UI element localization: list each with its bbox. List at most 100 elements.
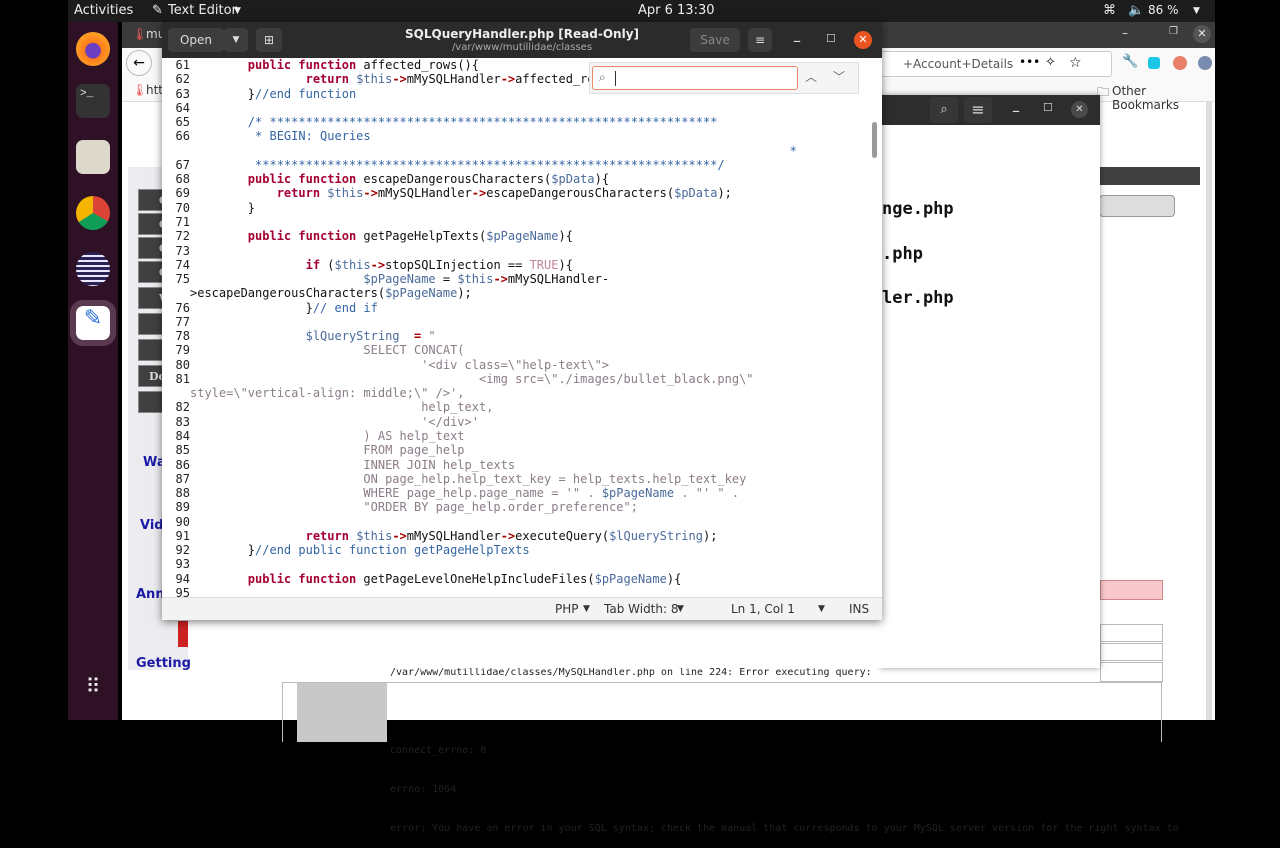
volume-icon[interactable]: 🔈 (1128, 3, 1144, 18)
next-match-icon[interactable]: ﹀ (833, 68, 845, 85)
line-text: }//end public function getPageHelpTexts (190, 543, 530, 558)
page-button[interactable] (1099, 195, 1175, 217)
line-text: * (190, 143, 797, 158)
line-number: 69 (175, 186, 190, 201)
hamburger-menu-icon[interactable]: ≡ (748, 28, 772, 52)
page-scrollbar[interactable] (1206, 102, 1212, 720)
network-icon[interactable]: ⌘ (1103, 3, 1116, 18)
line-number: 67 (175, 157, 190, 172)
error-line: error: You have an error in your SQL syn… (390, 823, 1179, 834)
text-cursor (615, 71, 616, 86)
url-text: +Account+Details (903, 57, 1014, 71)
show-apps-icon[interactable]: ⠿ (76, 674, 110, 708)
second-window-body (190, 620, 880, 668)
search-input[interactable]: ⌕ (592, 66, 798, 90)
noscript-icon[interactable] (1173, 56, 1187, 70)
sql-error-output: /var/www/mutillidae/classes/MySQLHandler… (268, 640, 1179, 848)
chrome-icon[interactable] (76, 196, 110, 230)
close-icon[interactable]: ✕ (854, 31, 872, 49)
bookmark-star-icon[interactable]: ☆ (1069, 55, 1082, 71)
search-icon[interactable]: ⌕ (930, 97, 958, 123)
line-number: 64 (175, 100, 190, 115)
line-text: return $this->mMySQLHandler->escapeDange… (276, 186, 732, 201)
open-button[interactable]: Open (168, 28, 224, 52)
maximize-icon[interactable]: ☐ (826, 32, 836, 45)
save-button[interactable]: Save (690, 28, 740, 52)
maximize-icon[interactable]: ☐ (1043, 101, 1053, 114)
editor-header-bar: Open ▼ ⊞ SQLQueryHandler.php [Read-Only]… (162, 22, 882, 58)
hamburger-menu-icon[interactable]: ≡ (964, 97, 992, 123)
line-number: 90 (175, 514, 190, 529)
line-number: 79 (175, 343, 190, 358)
line-text: '<div class=\"help-text\"> (190, 357, 610, 372)
open-dropdown-icon[interactable]: ▼ (224, 28, 248, 52)
search-icon: ⌕ (599, 70, 606, 84)
line-number: 94 (175, 571, 190, 586)
restore-icon[interactable]: ❐ (1169, 26, 1178, 37)
side-link[interactable]: Ann (136, 587, 165, 602)
line-number: 66 (175, 129, 190, 144)
line-number: 62 (175, 72, 190, 87)
tab-width-selector[interactable]: Tab Width: 8 (604, 602, 678, 616)
file-name[interactable]: .php (882, 244, 923, 264)
new-tab-icon[interactable]: ⊞ (256, 28, 282, 52)
app-menu[interactable]: Text Editor (168, 3, 237, 18)
scrollbar-thumb[interactable] (872, 122, 877, 158)
text-editor-icon[interactable]: ✎ (70, 300, 116, 346)
files-icon[interactable] (76, 140, 110, 174)
pdf-icon (178, 621, 188, 647)
line-number: 70 (175, 200, 190, 215)
cursor-position[interactable]: Ln 1, Col 1 (731, 602, 795, 616)
line-number: 85 (175, 443, 190, 458)
bookmark-item[interactable]: htt (146, 83, 163, 97)
side-link[interactable]: Vid (140, 518, 164, 533)
line-number: 83 (175, 414, 190, 429)
line-text: }//end function (190, 86, 357, 101)
clock[interactable]: Apr 6 13:30 (638, 3, 715, 18)
language-selector[interactable]: PHP (555, 602, 579, 616)
minimize-icon[interactable]: – (1012, 101, 1020, 120)
text-editor-window: Open ▼ ⊞ SQLQueryHandler.php [Read-Only]… (162, 22, 882, 620)
line-number: 63 (175, 86, 190, 101)
back-icon[interactable]: ← (126, 50, 152, 76)
side-link[interactable]: Getting (136, 656, 191, 671)
line-number: 91 (175, 528, 190, 543)
line-text: '</div>' (190, 414, 479, 429)
other-bookmarks[interactable]: Other Bookmarks (1112, 84, 1215, 112)
code-view[interactable]: 61 public function affected_rows(){62 re… (162, 58, 870, 597)
close-icon[interactable]: ✕ (1071, 101, 1088, 118)
line-number: 74 (175, 257, 190, 272)
foxyproxy-icon[interactable] (1198, 56, 1212, 70)
line-number: 75 (175, 272, 190, 287)
line-number: 84 (175, 429, 190, 444)
pin-icon[interactable]: ✧ (1045, 55, 1056, 70)
chevron-down-icon[interactable]: ▼ (818, 604, 825, 614)
system-menu-icon[interactable]: ▼ (1193, 6, 1200, 16)
activities-button[interactable]: Activities (74, 3, 133, 18)
error-line: connect_errno: 0 (390, 745, 487, 756)
previous-match-icon[interactable]: ︿ (805, 68, 817, 85)
browser-close-icon[interactable]: ✕ (1193, 25, 1211, 43)
line-text: SELECT CONCAT( (190, 343, 465, 358)
firefox-icon[interactable] (76, 32, 110, 66)
tab-favicon-icon: 🌡 (132, 27, 148, 41)
line-text: public function getPageHelpTexts($pPageN… (247, 229, 573, 244)
page-actions-icon[interactable]: ••• (1019, 55, 1040, 69)
minimize-icon[interactable]: – (793, 31, 801, 50)
file-name[interactable]: nge.php (882, 199, 954, 219)
window-title: SQLQueryHandler.php [Read-Only] (405, 27, 639, 41)
line-text: if ($this->stopSQLInjection == TRUE){ (305, 257, 573, 272)
file-name[interactable]: ler.php (882, 288, 954, 308)
line-text: public function affected_rows(){ (247, 58, 480, 72)
minimize-icon[interactable]: – (1122, 26, 1128, 40)
battery-status[interactable]: 86 % (1148, 3, 1179, 17)
eclipse-icon[interactable] (76, 252, 110, 286)
line-text: } (190, 200, 256, 215)
line-number: 68 (175, 172, 190, 187)
extension-icon[interactable] (1148, 57, 1160, 69)
line-number: 72 (175, 229, 190, 244)
line-text: help_text, (190, 400, 494, 415)
line-number: 76 (175, 300, 190, 315)
wrench-icon[interactable]: 🔧 (1122, 54, 1138, 69)
terminal-icon[interactable]: >_ (76, 84, 110, 118)
